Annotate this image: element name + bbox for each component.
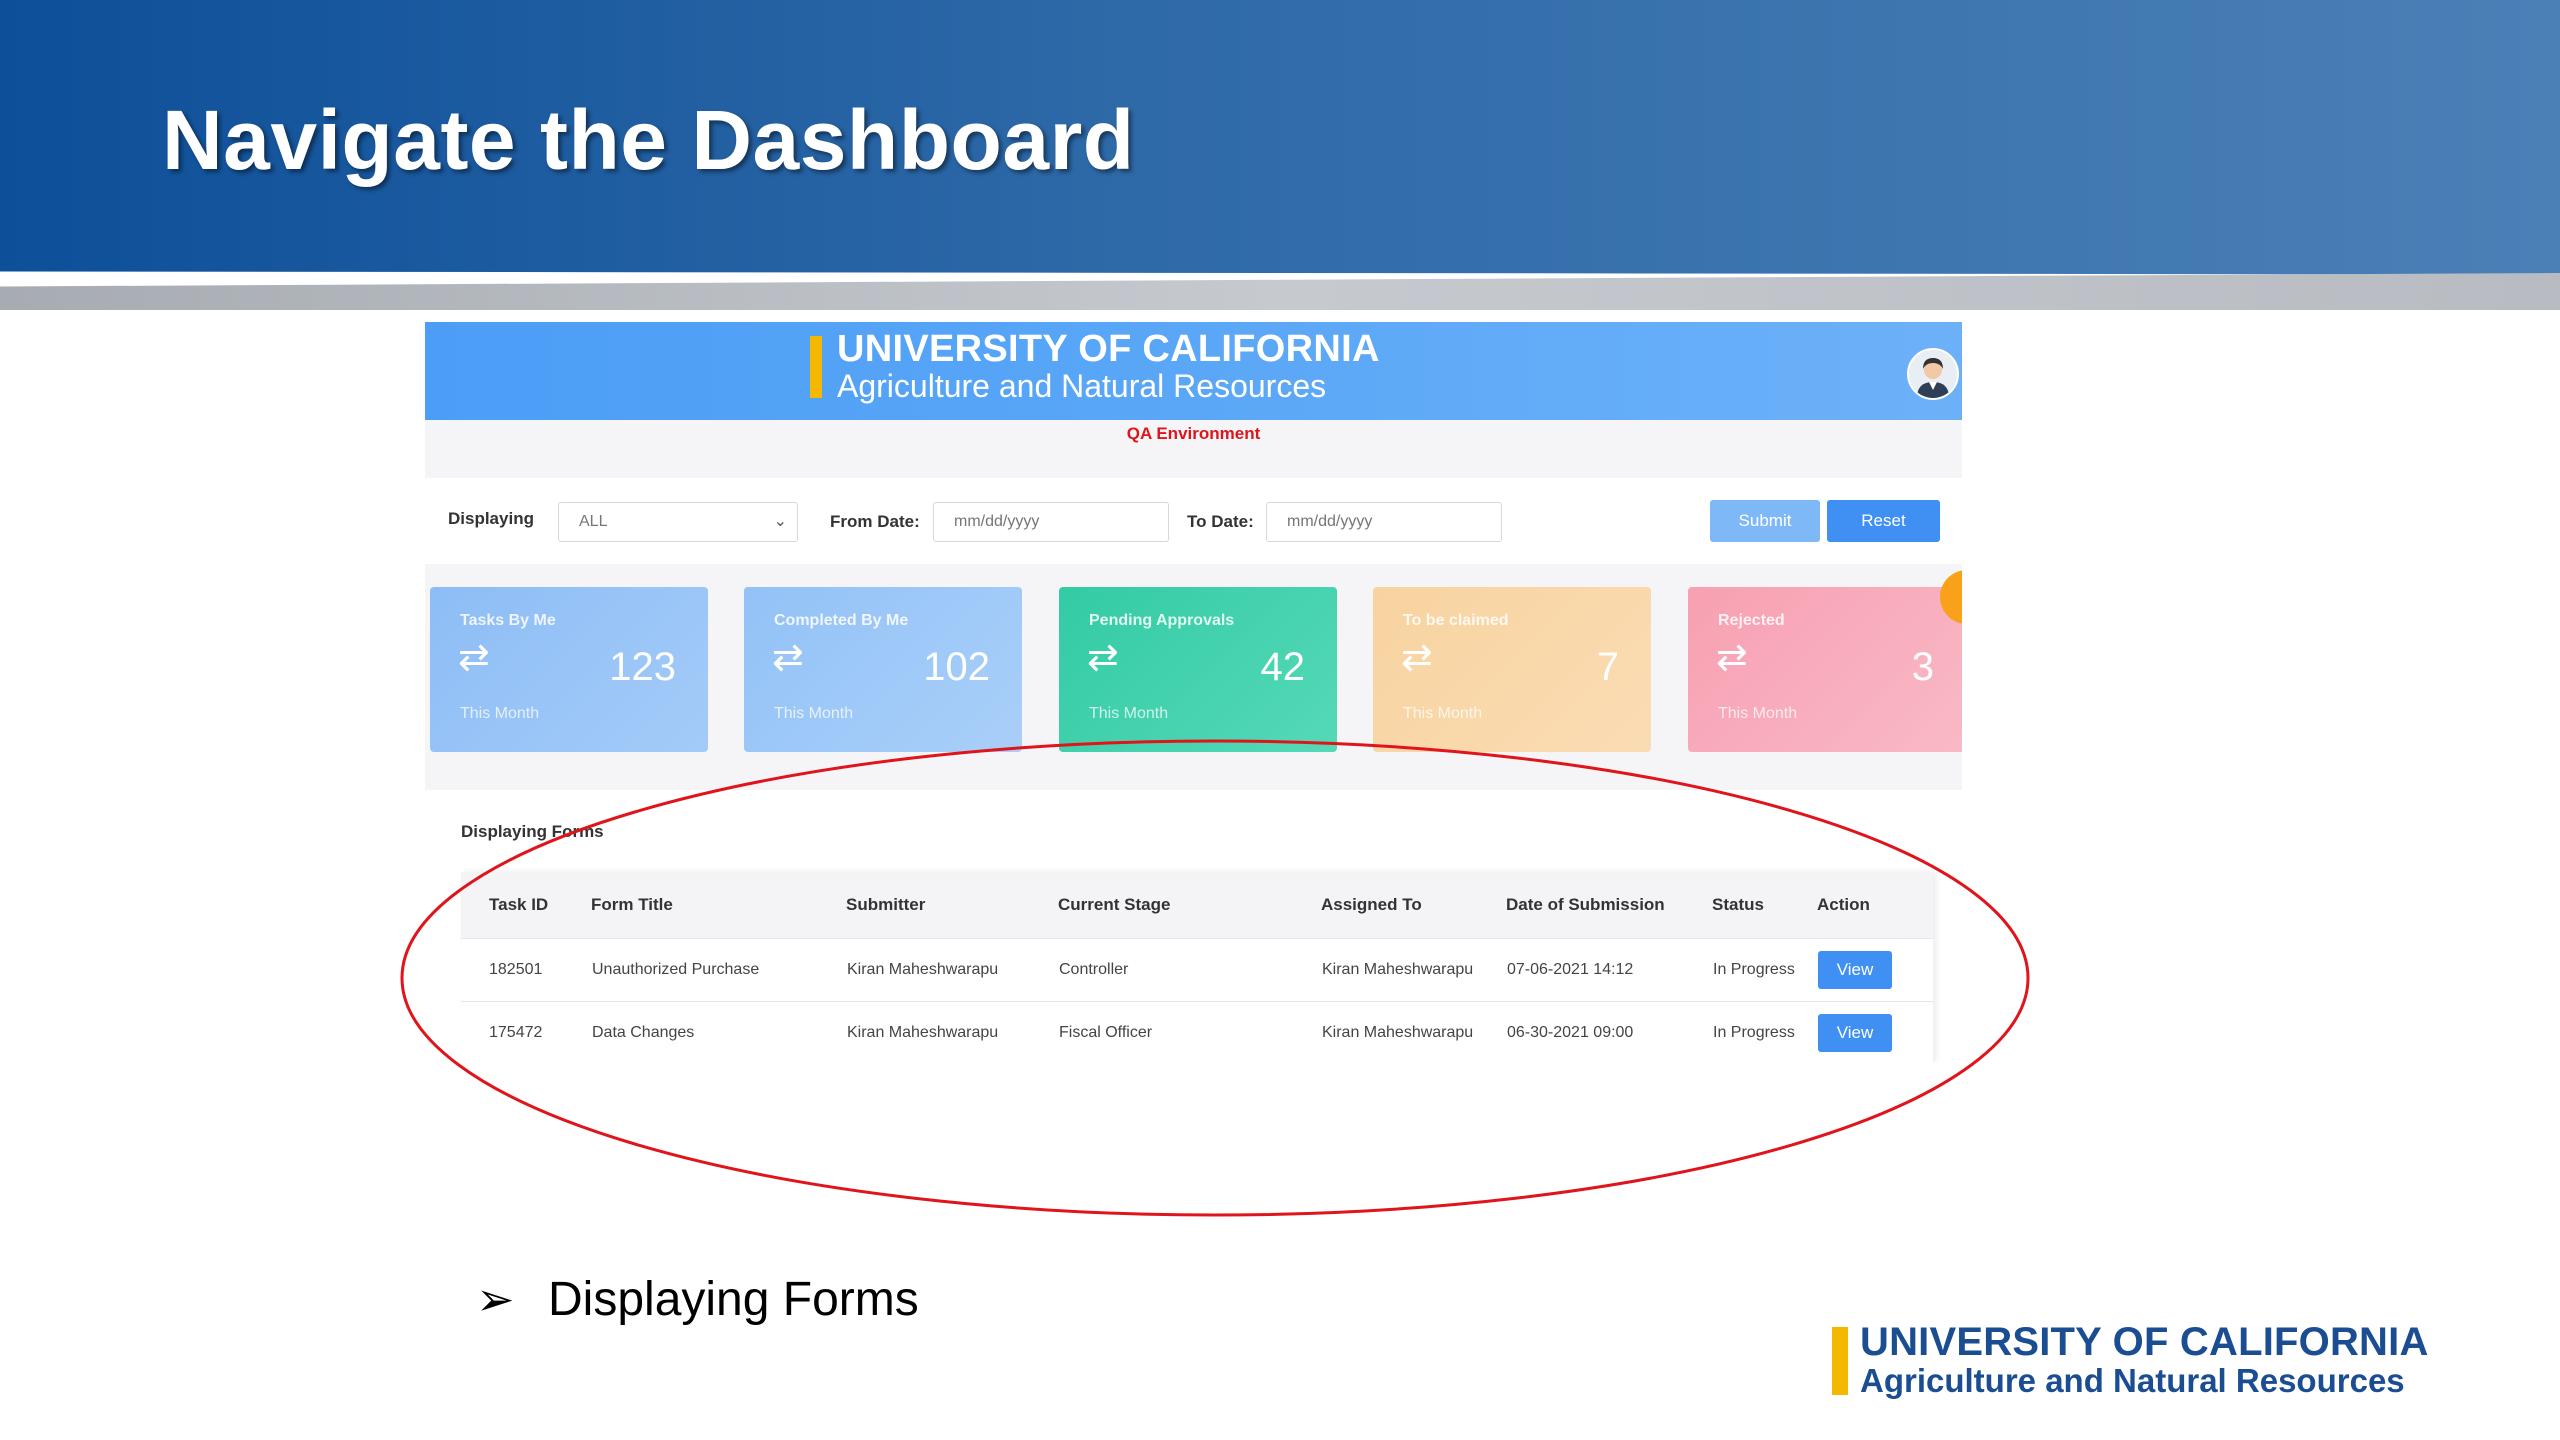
app-screenshot: UNIVERSITY OF CALIFORNIA Agriculture and… (425, 322, 1962, 1062)
table-header-row: Task ID Form Title Submitter Current Sta… (461, 872, 1933, 939)
from-date-label: From Date: (830, 512, 920, 531)
displaying-label: Displaying (448, 509, 534, 528)
col-form-title[interactable]: Form Title (591, 872, 846, 939)
logo-bar (1832, 1327, 1848, 1395)
table-row: 182501 Unauthorized Purchase Kiran Mahes… (461, 938, 1933, 1002)
col-current-stage[interactable]: Current Stage (1058, 872, 1321, 939)
logo-title: UNIVERSITY OF CALIFORNIA (1860, 1320, 2429, 1364)
refresh-icon: ⇄ (1716, 637, 1748, 679)
displaying-select[interactable]: ALL ⌄ (558, 502, 798, 542)
card-label: Rejected (1718, 612, 1785, 629)
arrow-bullet-icon: ➢ (476, 1273, 515, 1325)
submit-button[interactable]: Submit (1710, 500, 1820, 542)
banner-underline (0, 273, 2560, 310)
card-completed-by-me[interactable]: Completed By Me ⇄ 102 This Month (744, 587, 1022, 752)
cell-date: 06-30-2021 09:00 (1506, 1001, 1712, 1062)
card-value: 42 (1260, 645, 1306, 689)
view-button[interactable]: View (1818, 951, 1892, 989)
col-task-id[interactable]: Task ID (461, 872, 591, 939)
cell-assigned-to: Kiran Maheshwarapu (1321, 1001, 1506, 1062)
slide-title: Navigate the Dashboard (162, 93, 1135, 187)
to-date-input[interactable] (1266, 502, 1502, 542)
cell-action: View (1817, 1001, 1933, 1062)
card-tasks-by-me[interactable]: Tasks By Me ⇄ 123 This Month (430, 587, 708, 752)
view-button[interactable]: View (1818, 1014, 1892, 1052)
card-period: This Month (774, 705, 854, 722)
col-date-of-submission[interactable]: Date of Submission (1506, 872, 1712, 939)
environment-label: QA Environment (1126, 424, 1261, 443)
cell-task-id: 175472 (461, 1001, 591, 1062)
logo-subtitle: Agriculture and Natural Resources (1860, 1362, 2405, 1399)
card-pending-approvals[interactable]: Pending Approvals ⇄ 42 This Month (1059, 587, 1337, 752)
card-period: This Month (1403, 705, 1483, 722)
card-period: This Month (460, 705, 540, 722)
cell-current-stage: Controller (1058, 938, 1321, 1002)
card-value: 102 (923, 645, 990, 689)
card-to-be-claimed[interactable]: To be claimed ⇄ 7 This Month (1373, 587, 1651, 752)
card-rejected[interactable]: Rejected ⇄ 3 This Month (1688, 587, 1962, 752)
chevron-down-icon: ⌄ (773, 513, 787, 530)
brand-subtitle: Agriculture and Natural Resources (837, 368, 1327, 404)
card-value: 3 (1911, 645, 1934, 689)
cell-submitter: Kiran Maheshwarapu (846, 1001, 1058, 1062)
forms-panel: Displaying Forms Task ID Form Title Subm… (425, 790, 1962, 1062)
reset-button[interactable]: Reset (1827, 500, 1940, 542)
cell-status: In Progress (1712, 938, 1817, 1002)
col-action: Action (1817, 872, 1933, 939)
cell-submitter: Kiran Maheshwarapu (846, 938, 1058, 1002)
col-status[interactable]: Status (1712, 872, 1817, 939)
user-avatar-icon[interactable] (1907, 348, 1959, 400)
displaying-select-value: ALL (579, 513, 608, 530)
card-label: Tasks By Me (460, 612, 556, 629)
cell-assigned-to: Kiran Maheshwarapu (1321, 938, 1506, 1002)
from-date-input[interactable] (933, 502, 1169, 542)
brand-title: UNIVERSITY OF CALIFORNIA (837, 328, 1380, 370)
card-value: 7 (1596, 645, 1619, 689)
forms-table: Task ID Form Title Submitter Current Sta… (461, 872, 1933, 1062)
refresh-icon: ⇄ (458, 637, 490, 679)
card-label: Pending Approvals (1089, 612, 1235, 629)
cell-status: In Progress (1712, 1001, 1817, 1062)
card-value: 123 (609, 645, 676, 689)
refresh-icon: ⇄ (772, 637, 804, 679)
app-header: UNIVERSITY OF CALIFORNIA Agriculture and… (425, 322, 1962, 420)
cell-form-title: Unauthorized Purchase (591, 938, 846, 1002)
table-row: 175472 Data Changes Kiran Maheshwarapu F… (461, 1001, 1933, 1062)
to-date-label: To Date: (1187, 512, 1254, 531)
refresh-icon: ⇄ (1087, 637, 1119, 679)
bullet-text: Displaying Forms (548, 1273, 919, 1326)
col-submitter[interactable]: Submitter (846, 872, 1058, 939)
cell-date: 07-06-2021 14:12 (1506, 938, 1712, 1002)
card-period: This Month (1718, 705, 1798, 722)
brand-bar (810, 336, 822, 398)
cell-task-id: 182501 (461, 938, 591, 1002)
cell-action: View (1817, 938, 1933, 1002)
card-period: This Month (1089, 705, 1169, 722)
cell-current-stage: Fiscal Officer (1058, 1001, 1321, 1062)
forms-title: Displaying Forms (461, 822, 604, 841)
col-assigned-to[interactable]: Assigned To (1321, 872, 1506, 939)
card-label: To be claimed (1403, 612, 1509, 629)
card-label: Completed By Me (774, 612, 909, 629)
filter-bar: Displaying ALL ⌄ From Date: To Date: Sub… (425, 478, 1962, 564)
cell-form-title: Data Changes (591, 1001, 846, 1062)
refresh-icon: ⇄ (1401, 637, 1433, 679)
